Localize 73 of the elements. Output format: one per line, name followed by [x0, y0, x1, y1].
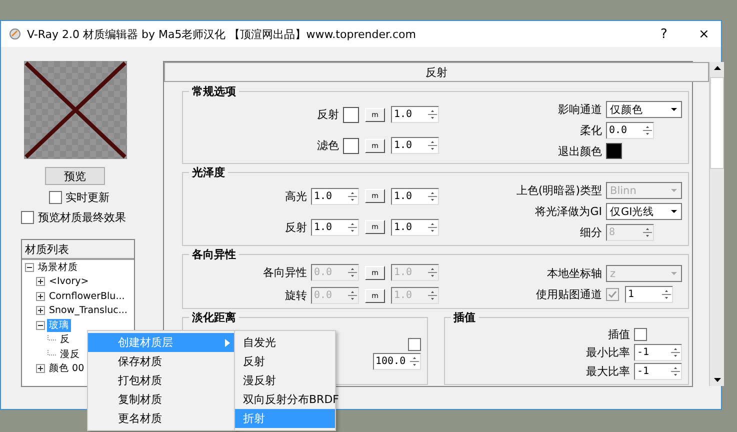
- submenu-arrow-icon: [225, 338, 230, 346]
- dropdown[interactable]: 仅GI光线: [606, 203, 682, 220]
- expand-icon[interactable]: [36, 277, 45, 286]
- spinner-field[interactable]: 1.0: [391, 188, 439, 204]
- field-label: 最大比率: [586, 364, 630, 379]
- spinner-field[interactable]: 1: [625, 286, 673, 303]
- field-label: 各向异性: [263, 265, 307, 280]
- field-label: 反射: [317, 107, 339, 122]
- spinner-field[interactable]: 1.0: [391, 137, 439, 154]
- spinner-field[interactable]: 1.0: [391, 218, 439, 236]
- field-label: 细分: [579, 225, 602, 240]
- field-label: 高光: [285, 188, 307, 204]
- spinner-field[interactable]: 100.0: [372, 352, 420, 370]
- group-title: 淡化距离: [191, 310, 237, 325]
- tree-item[interactable]: <Ivory>: [47, 276, 91, 288]
- field-label: 退出颜色: [558, 144, 602, 158]
- group-title: 常规选项: [191, 84, 237, 99]
- expand-icon[interactable]: [36, 292, 45, 301]
- tree-item[interactable]: 漫反: [58, 348, 82, 361]
- group-title: 插值: [452, 310, 476, 325]
- app-icon: [9, 28, 21, 40]
- field-label: 滤色: [317, 138, 339, 153]
- menu-item[interactable]: 复制材质: [88, 390, 236, 409]
- checkbox[interactable]: [408, 338, 420, 350]
- title-bar-button[interactable]: ?: [647, 21, 681, 47]
- checkbox[interactable]: [634, 328, 647, 341]
- color-swatch[interactable]: [606, 143, 622, 159]
- field-label: 将光泽做为GI: [534, 204, 602, 219]
- field-label: 使用贴图通道: [536, 287, 602, 302]
- spinner-field[interactable]: 1.0: [311, 218, 359, 236]
- menu-item[interactable]: 自发光: [235, 333, 335, 352]
- menu-item[interactable]: 保存材质: [88, 352, 236, 371]
- color-swatch[interactable]: [343, 138, 359, 154]
- expand-icon[interactable]: [36, 364, 45, 374]
- tree-item[interactable]: 颜色 00: [47, 362, 86, 376]
- spinner-field[interactable]: 1.0: [391, 106, 439, 123]
- checkbox[interactable]: [48, 191, 62, 204]
- field-label: 最小比率: [586, 345, 630, 360]
- window-title: V-Ray 2.0 材质编辑器 by Ma5老师汉化 【顶渲网出品】www.toprender.com: [27, 26, 417, 42]
- checkbox-label: 实时更新: [66, 190, 110, 205]
- field-label: 插值: [607, 327, 630, 342]
- tree-header: 材质列表: [22, 240, 134, 260]
- field-label: 旋转: [284, 288, 307, 303]
- spinner-field[interactable]: -1: [634, 363, 682, 380]
- preview-button[interactable]: 预览: [45, 167, 105, 185]
- spinner-field[interactable]: 1.0: [311, 188, 359, 204]
- checkbox[interactable]: [21, 211, 34, 224]
- collapse-icon[interactable]: [36, 320, 45, 330]
- group-title: 各向异性: [191, 247, 237, 262]
- color-swatch[interactable]: [343, 106, 359, 122]
- field-label: 柔化: [579, 123, 602, 138]
- checkbox-label: 预览材质最终效果: [38, 210, 126, 225]
- tree-item[interactable]: Snow_Transluc...: [47, 305, 130, 316]
- tree-item[interactable]: 反: [58, 333, 72, 346]
- dropdown[interactable]: 仅颜色: [606, 101, 682, 118]
- spinner-field[interactable]: 0.0: [606, 122, 654, 139]
- expand-icon[interactable]: [36, 306, 45, 316]
- title-bar-button[interactable]: ×: [687, 21, 721, 47]
- field-label: 影响通道: [558, 102, 602, 117]
- panel-header[interactable]: 反射: [164, 62, 709, 82]
- tree-item[interactable]: CornflowerBlu...: [47, 290, 127, 302]
- menu-item[interactable]: 漫反射: [235, 371, 335, 390]
- spinner-field[interactable]: -1: [634, 344, 682, 361]
- menu-item[interactable]: 反射: [235, 352, 335, 371]
- menu-item[interactable]: 打包材质: [88, 371, 236, 390]
- scrollbar[interactable]: [709, 62, 724, 386]
- field-label: 上色(明暗器)类型: [516, 183, 602, 198]
- field-label: 本地坐标轴: [546, 266, 602, 281]
- menu-item[interactable]: 更名材质: [88, 409, 236, 428]
- group-title: 光泽度: [190, 165, 226, 180]
- collapse-icon[interactable]: [25, 262, 34, 272]
- field-label: 反射: [285, 220, 307, 234]
- tree-item[interactable]: 场景材质: [36, 260, 80, 274]
